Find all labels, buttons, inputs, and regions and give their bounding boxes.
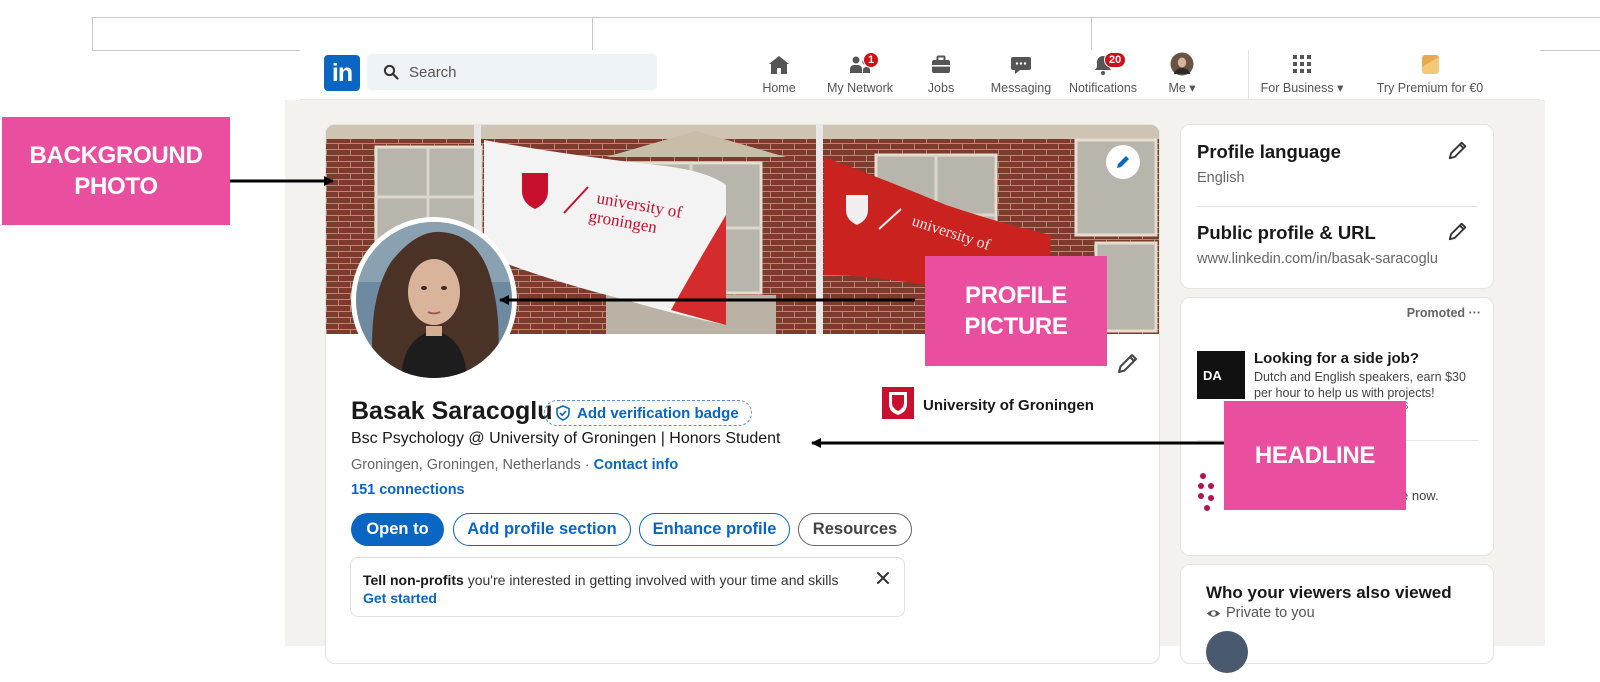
- shield-check-icon: [556, 405, 570, 421]
- viewers-also-viewed-card: Who your viewers also viewed Private to …: [1180, 564, 1494, 673]
- annotation-line: PICTURE: [964, 313, 1068, 340]
- public-profile-title: Public profile & URL: [1197, 222, 1376, 243]
- annotation-background-photo: BACKGROUND PHOTO: [2, 117, 230, 225]
- briefcase-icon: [932, 55, 950, 73]
- nav-label: Me ▾: [1168, 81, 1196, 95]
- table-cell: [1092, 18, 1600, 50]
- me-label: Me: [1168, 81, 1186, 95]
- annotation-line: PHOTO: [74, 173, 158, 200]
- nonprofit-prompt: Tell non-profits you're interested in ge…: [350, 557, 905, 617]
- university-logo[interactable]: [882, 387, 914, 419]
- profile-name: Basak Saracoglu: [351, 397, 553, 425]
- contact-info-link[interactable]: Contact info: [594, 457, 679, 473]
- viewers-title: Who your viewers also viewed: [1206, 583, 1452, 602]
- eye-icon: [1206, 609, 1221, 617]
- nav-item-messaging[interactable]: Messaging: [990, 52, 1052, 98]
- profile-language-value: English: [1197, 170, 1245, 186]
- get-started-link[interactable]: Get started: [363, 589, 892, 607]
- linkedin-logo[interactable]: in: [324, 55, 360, 91]
- nav-item-me[interactable]: Me ▾: [1162, 52, 1202, 98]
- table-cell: [593, 18, 1092, 50]
- connections-link[interactable]: 151 connections: [351, 482, 465, 498]
- avatar-icon: [1170, 52, 1194, 76]
- ad-title[interactable]: Looking for a side job?: [1254, 350, 1419, 367]
- top-nav-bar: in Search Home My Network 1 Jobs Messagi…: [300, 50, 1540, 100]
- pencil-icon[interactable]: [1447, 139, 1469, 161]
- profile-language-title: Profile language: [1197, 141, 1341, 162]
- public-profile-url: www.linkedin.com/in/basak-saracoglu: [1197, 251, 1438, 267]
- ad2-text-fragment: e now.: [1401, 488, 1439, 503]
- promoted-label[interactable]: Promoted ···: [1407, 306, 1481, 320]
- premium-label: Try Premium for €0: [1376, 81, 1484, 95]
- education-name[interactable]: University of Groningen: [923, 397, 1094, 414]
- add-profile-section-button[interactable]: Add profile section: [453, 513, 631, 546]
- for-business-menu[interactable]: For Business ▾: [1256, 52, 1348, 98]
- pencil-icon[interactable]: [1447, 220, 1469, 242]
- enhance-profile-button[interactable]: Enhance profile: [639, 513, 790, 546]
- ad2-logo-icon: [1198, 473, 1214, 511]
- messaging-icon: [1011, 57, 1031, 74]
- nav-item-jobs[interactable]: Jobs: [920, 52, 962, 98]
- try-premium-link[interactable]: Try Premium for €0: [1370, 52, 1490, 98]
- viewers-subtitle: Private to you: [1206, 605, 1315, 621]
- ad-logo-text: DA: [1203, 367, 1222, 383]
- add-verification-badge-button[interactable]: Add verification badge: [544, 400, 752, 426]
- annotation-headline: HEADLINE: [1224, 401, 1406, 510]
- profile-headline: Bsc Psychology @ University of Groningen…: [351, 430, 781, 447]
- viewer-avatar[interactable]: [1206, 631, 1248, 673]
- profile-photo-image: [356, 222, 512, 378]
- annotation-line: HEADLINE: [1254, 442, 1376, 469]
- table-cell: [93, 18, 593, 50]
- private-label: Private to you: [1226, 605, 1315, 621]
- ad-body: Dutch and English speakers, earn $30 per…: [1254, 370, 1466, 400]
- nav-label: For Business ▾: [1260, 81, 1344, 95]
- notifications-badge: 20: [1104, 52, 1127, 68]
- edit-intro-button[interactable]: [1116, 351, 1140, 375]
- nav-label: Home: [762, 81, 796, 95]
- open-to-button[interactable]: Open to: [351, 513, 444, 546]
- grid-icon: [1293, 55, 1311, 73]
- crest-icon: [889, 392, 907, 415]
- nav-label: Notifications: [1068, 81, 1138, 95]
- annotation-profile-picture: PROFILE PICTURE: [925, 256, 1107, 366]
- resources-button[interactable]: Resources: [798, 513, 912, 546]
- annotation-line: BACKGROUND: [29, 142, 203, 169]
- nav-divider: [1248, 50, 1249, 100]
- profile-card: university of groningen university of Ba: [325, 124, 1160, 664]
- edit-background-button[interactable]: [1106, 145, 1140, 179]
- pencil-icon: [1118, 354, 1137, 373]
- network-badge: 1: [863, 52, 880, 68]
- ad-logo[interactable]: DA: [1197, 351, 1245, 399]
- nonprofit-text: you're interested in getting involved wi…: [463, 572, 839, 588]
- location-text: Groningen, Groningen, Netherlands ·: [351, 457, 594, 473]
- nonprofit-bold: Tell non-profits: [363, 572, 464, 588]
- profile-location: Groningen, Groningen, Netherlands · Cont…: [351, 457, 678, 473]
- close-icon[interactable]: [875, 570, 891, 586]
- logo-text: in: [331, 58, 353, 87]
- search-input[interactable]: Search: [367, 54, 657, 90]
- divider: [1197, 206, 1477, 207]
- nav-label: Jobs: [927, 81, 955, 95]
- nav-item-notifications[interactable]: Notifications 20: [1064, 52, 1142, 98]
- profile-settings-card: Profile language English Public profile …: [1180, 124, 1494, 289]
- nav-item-home[interactable]: Home: [758, 52, 800, 98]
- pencil-icon: [1117, 156, 1129, 168]
- for-business-label: For Business: [1260, 81, 1334, 95]
- verification-label: Add verification badge: [577, 404, 739, 422]
- nav-label: My Network: [827, 81, 893, 95]
- search-icon: [383, 64, 399, 80]
- annotation-line: PROFILE: [965, 282, 1067, 309]
- top-table-strip: [92, 17, 1600, 51]
- nav-item-my-network[interactable]: My Network 1: [820, 52, 900, 98]
- premium-icon: [1422, 55, 1439, 74]
- home-icon: [769, 56, 789, 74]
- profile-picture[interactable]: [351, 217, 517, 383]
- search-placeholder: Search: [409, 63, 457, 81]
- nav-label: Messaging: [990, 81, 1052, 95]
